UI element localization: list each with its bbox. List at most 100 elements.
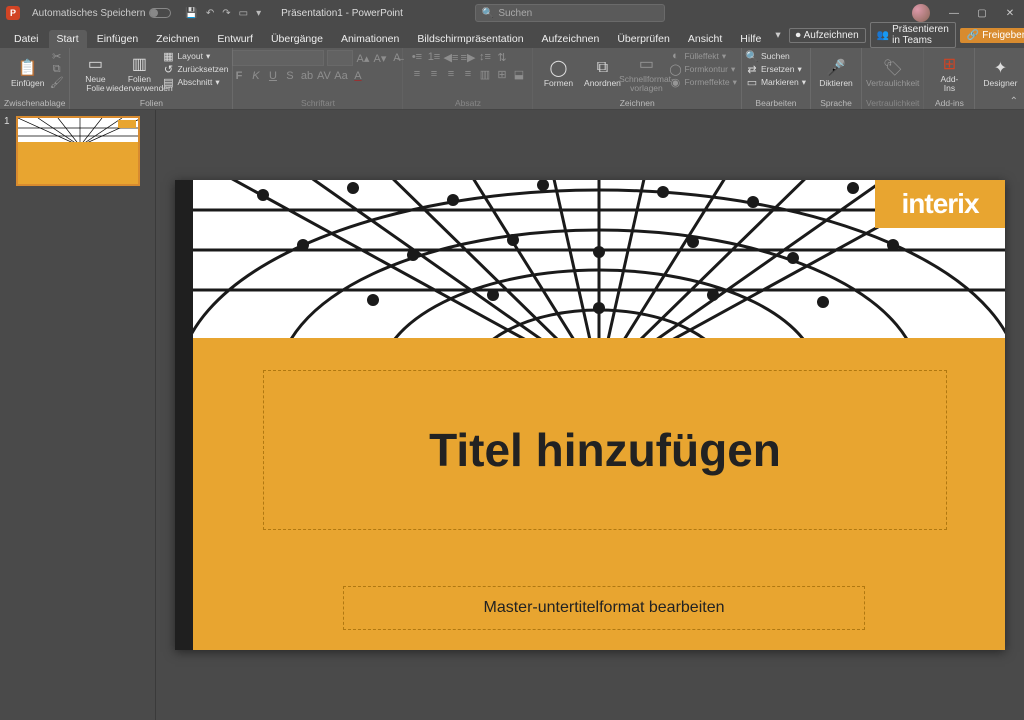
record-button[interactable]: ⏺Aufzeichnen xyxy=(789,28,866,43)
align-center-icon[interactable]: ≡ xyxy=(427,67,441,81)
autosave-toggle[interactable]: Automatisches Speichern xyxy=(26,8,177,19)
group-label-clipboard: Zwischenablage xyxy=(4,97,65,108)
decrease-font-icon[interactable]: A▾ xyxy=(373,51,387,65)
tab-animationen[interactable]: Animationen xyxy=(333,30,407,48)
dictate-button[interactable]: 🎤Diktieren xyxy=(815,50,857,96)
format-painter-button[interactable]: 🖌 xyxy=(51,76,63,88)
smartart-icon[interactable]: ⬓ xyxy=(512,67,526,81)
columns-icon[interactable]: ▥ xyxy=(478,67,492,81)
copy-button[interactable]: ⧉ xyxy=(51,63,63,75)
tab-bildschirmpraesentation[interactable]: Bildschirmpräsentation xyxy=(409,30,531,48)
slide[interactable]: interix Titel hinzufügen Master-untertit… xyxy=(175,180,1005,650)
character-spacing-icon[interactable]: AV xyxy=(317,69,331,83)
qat-dropdown-icon[interactable]: ▾ xyxy=(256,8,261,19)
tab-hilfe[interactable]: Hilfe xyxy=(732,30,769,48)
group-clipboard: 📋 Einfügen ✂ ⧉ 🖌 Zwischenablage xyxy=(0,48,70,109)
ribbon-display-options-icon[interactable]: ▾ xyxy=(771,29,784,41)
record-icon: ⏺ xyxy=(796,30,801,41)
layout-button[interactable]: ▦Layout ▾ xyxy=(162,50,228,62)
designer-button[interactable]: ✦Designer xyxy=(979,50,1021,96)
slide-canvas-area[interactable]: interix Titel hinzufügen Master-untertit… xyxy=(156,110,1024,720)
share-button[interactable]: 🔗Freigeben ▾ xyxy=(960,28,1024,43)
copy-icon: ⧉ xyxy=(51,63,63,75)
start-slideshow-icon[interactable]: ▭ xyxy=(239,8,248,19)
new-slide-icon: ▭ xyxy=(85,54,105,74)
decrease-indent-icon[interactable]: ◀≡ xyxy=(444,50,458,64)
bold-icon[interactable]: F xyxy=(232,69,246,83)
shapes-button[interactable]: ◯Formen xyxy=(537,50,579,96)
shape-fill-button[interactable]: ◐Fülleffekt ▾ xyxy=(669,50,736,62)
present-in-teams-button[interactable]: 👥Präsentieren in Teams xyxy=(870,22,956,48)
search-input[interactable]: 🔍 Suchen xyxy=(475,4,665,22)
tab-datei[interactable]: Datei xyxy=(6,30,47,48)
replace-icon: ⇄ xyxy=(746,63,758,75)
group-slides: ▭ Neue Folie ▥ Folien wiederverwenden ▦L… xyxy=(70,48,233,109)
shape-outline-button[interactable]: ◯Formkontur ▾ xyxy=(669,63,736,75)
quick-styles-icon: ▭ xyxy=(636,54,656,74)
autosave-label: Automatisches Speichern xyxy=(32,8,145,19)
ribbon: 📋 Einfügen ✂ ⧉ 🖌 Zwischenablage ▭ Neue F… xyxy=(0,48,1024,110)
font-color-icon[interactable]: A xyxy=(351,69,365,83)
user-avatar[interactable] xyxy=(912,4,930,22)
cut-button[interactable]: ✂ xyxy=(51,50,63,62)
collapse-ribbon-icon[interactable]: ⌃ xyxy=(1010,96,1018,107)
replace-button[interactable]: ⇄Ersetzen ▾ xyxy=(746,63,806,75)
subtitle-placeholder[interactable]: Master-untertitelformat bearbeiten xyxy=(343,586,865,630)
tab-ansicht[interactable]: Ansicht xyxy=(680,30,730,48)
tab-aufzeichnen[interactable]: Aufzeichnen xyxy=(534,30,608,48)
strikethrough-icon[interactable]: S xyxy=(283,69,297,83)
align-left-icon[interactable]: ≡ xyxy=(410,67,424,81)
reuse-slides-icon: ▥ xyxy=(129,54,149,74)
select-button[interactable]: ▭Markieren ▾ xyxy=(746,76,806,88)
group-label-editing: Bearbeiten xyxy=(755,97,796,108)
reuse-slides-button[interactable]: ▥ Folien wiederverwenden xyxy=(118,50,160,96)
increase-font-icon[interactable]: A▴ xyxy=(356,51,370,65)
title-placeholder[interactable]: Titel hinzufügen xyxy=(263,370,947,530)
tab-entwurf[interactable]: Entwurf xyxy=(209,30,261,48)
toggle-switch-icon[interactable] xyxy=(149,8,171,18)
shape-effects-button[interactable]: ◉Formeffekte ▾ xyxy=(669,76,736,88)
document-title: Präsentation1 - PowerPoint xyxy=(269,8,415,19)
redo-icon[interactable]: ↷ xyxy=(222,8,230,19)
undo-icon[interactable]: ↶ xyxy=(206,8,214,19)
underline-icon[interactable]: U xyxy=(266,69,280,83)
slide-side-strip xyxy=(175,180,193,650)
numbering-icon[interactable]: 1≡ xyxy=(427,50,441,64)
search-icon: 🔍 xyxy=(482,8,494,19)
align-right-icon[interactable]: ≡ xyxy=(444,67,458,81)
fill-icon: ◐ xyxy=(669,50,681,62)
clear-formatting-icon[interactable]: A̶ xyxy=(390,51,404,65)
tab-ueberpruefen[interactable]: Überprüfen xyxy=(609,30,678,48)
addins-button[interactable]: ⊞Add- Ins xyxy=(928,50,970,96)
change-case-icon[interactable]: Aa xyxy=(334,69,348,83)
find-button[interactable]: 🔍Suchen xyxy=(746,50,806,62)
align-text-icon[interactable]: ⊞ xyxy=(495,67,509,81)
paste-button[interactable]: 📋 Einfügen xyxy=(7,50,49,96)
slide-thumbnail-1[interactable] xyxy=(16,116,140,186)
reset-button[interactable]: ↺Zurücksetzen xyxy=(162,63,228,75)
font-size-input[interactable] xyxy=(327,50,353,66)
increase-indent-icon[interactable]: ≡▶ xyxy=(461,50,475,64)
sensitivity-button[interactable]: 🏷Vertraulichkeit xyxy=(872,50,914,96)
tab-uebergaenge[interactable]: Übergänge xyxy=(263,30,331,48)
addins-icon: ⊞ xyxy=(939,54,959,74)
bullets-icon[interactable]: •≡ xyxy=(410,50,424,64)
slide-logo: interix xyxy=(875,180,1005,228)
outline-icon: ◯ xyxy=(669,63,681,75)
group-label-paragraph: Absatz xyxy=(455,97,481,108)
tab-zeichnen[interactable]: Zeichnen xyxy=(148,30,207,48)
select-icon: ▭ xyxy=(746,76,758,88)
slide-body: Titel hinzufügen Master-untertitelformat… xyxy=(193,338,1005,650)
line-spacing-icon[interactable]: ↕≡ xyxy=(478,50,492,64)
section-button[interactable]: ▤Abschnitt ▾ xyxy=(162,76,228,88)
quick-styles-button[interactable]: ▭Schnellformat- vorlagen xyxy=(625,50,667,96)
arrange-button[interactable]: ⧉Anordnen xyxy=(581,50,623,96)
save-icon[interactable]: 💾 xyxy=(185,8,197,19)
shadow-icon[interactable]: ab xyxy=(300,69,314,83)
font-family-input[interactable] xyxy=(232,50,324,66)
text-direction-icon[interactable]: ⇅ xyxy=(495,50,509,64)
tab-start[interactable]: Start xyxy=(49,30,87,48)
italic-icon[interactable]: K xyxy=(249,69,263,83)
tab-einfuegen[interactable]: Einfügen xyxy=(89,30,146,48)
justify-icon[interactable]: ≡ xyxy=(461,67,475,81)
